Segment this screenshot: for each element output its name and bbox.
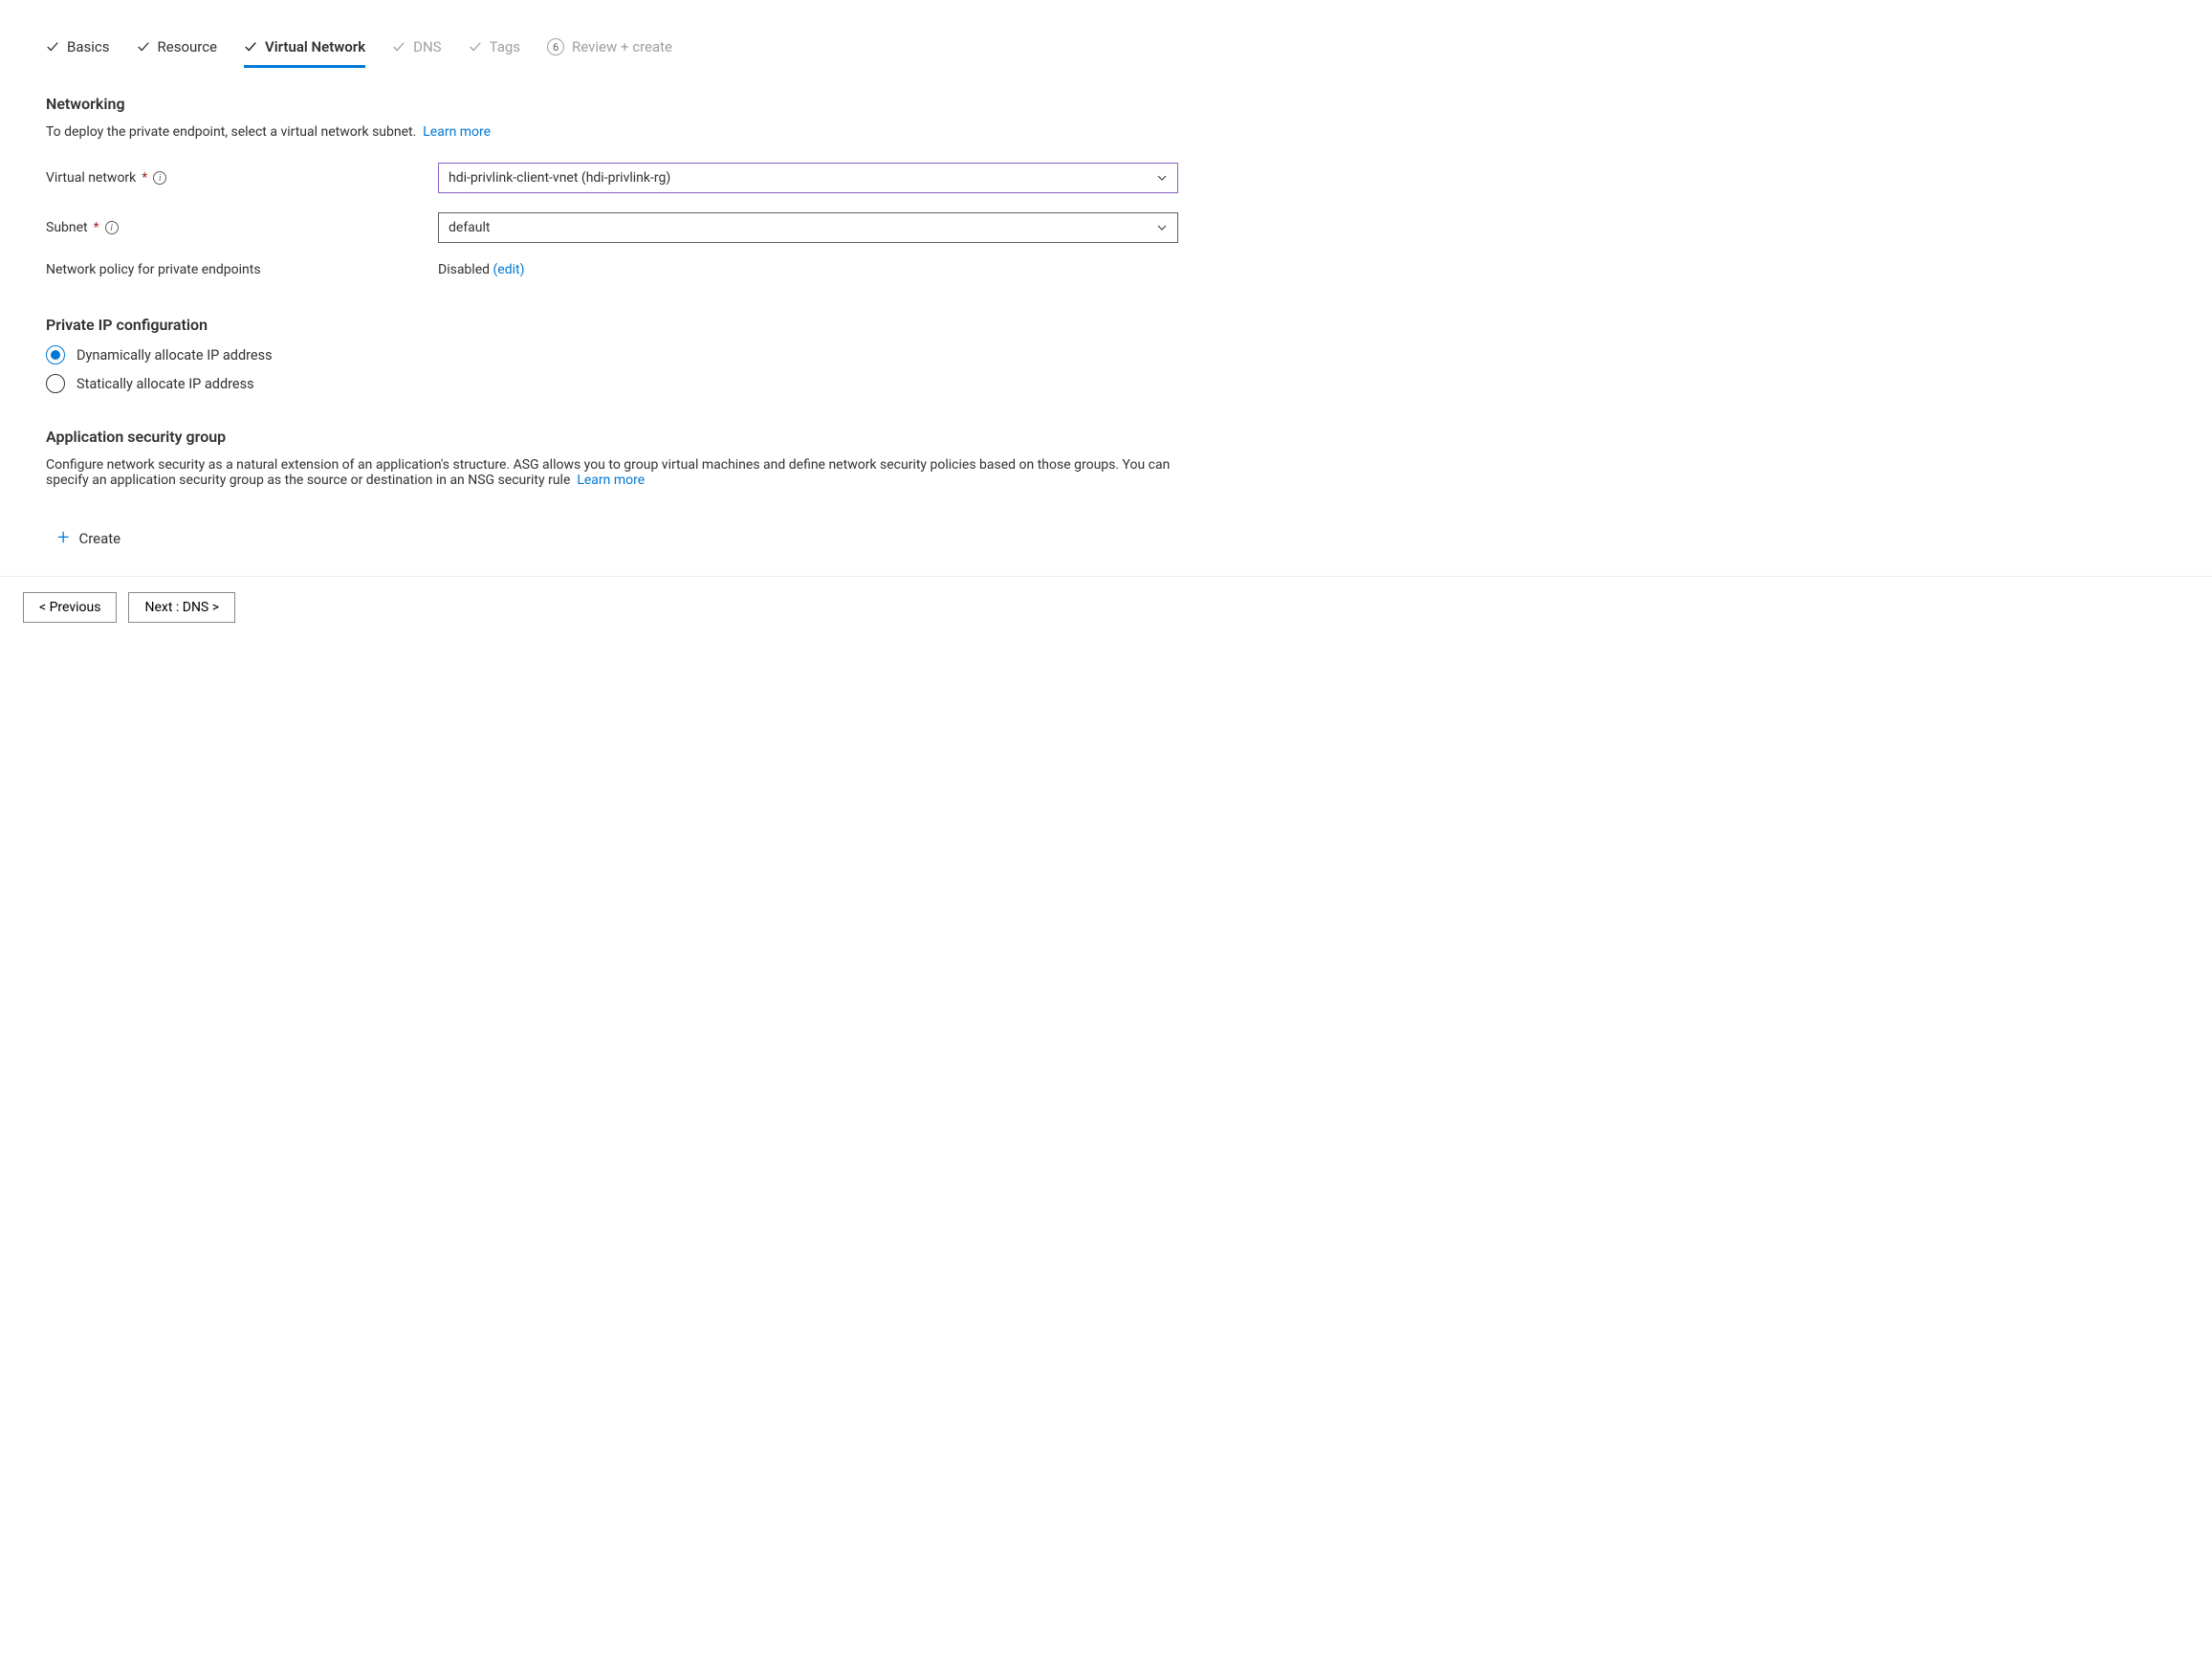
subnet-row: Subnet * i default — [46, 212, 1178, 243]
wizard-tabs: Basics Resource Virtual Network DNS Tags — [46, 38, 1178, 68]
private-ip-heading: Private IP configuration — [46, 316, 1178, 334]
check-icon — [244, 40, 257, 54]
virtual-network-row: Virtual network * i hdi-privlink-client-… — [46, 163, 1178, 193]
tab-label: Review + create — [572, 38, 672, 55]
chevron-down-icon — [1156, 222, 1168, 233]
label-text: Virtual network — [46, 170, 136, 186]
asg-heading: Application security group — [46, 428, 1178, 446]
create-label: Create — [78, 530, 120, 547]
network-policy-edit-link[interactable]: (edit) — [493, 262, 525, 277]
chevron-down-icon — [1156, 172, 1168, 184]
networking-heading: Networking — [46, 95, 1178, 113]
tab-basics[interactable]: Basics — [46, 38, 110, 68]
step-number-icon: 6 — [547, 38, 564, 55]
radio-icon — [46, 345, 65, 364]
tab-label: Virtual Network — [265, 38, 365, 55]
check-icon — [137, 40, 150, 54]
next-button[interactable]: Next : DNS > — [128, 592, 235, 623]
create-asg-button[interactable]: + Create — [57, 528, 120, 549]
asg-description: Configure network security as a natural … — [46, 457, 1178, 488]
required-indicator: * — [142, 170, 147, 186]
radio-static-ip[interactable]: Statically allocate IP address — [46, 374, 1178, 393]
check-icon — [392, 40, 405, 54]
tab-resource[interactable]: Resource — [137, 38, 218, 68]
tab-review-create[interactable]: 6 Review + create — [547, 38, 672, 68]
check-icon — [46, 40, 59, 54]
required-indicator: * — [94, 220, 99, 235]
tab-label: Tags — [490, 38, 520, 55]
plus-icon: + — [57, 528, 69, 549]
tab-virtual-network[interactable]: Virtual Network — [244, 38, 365, 68]
wizard-footer: < Previous Next : DNS > — [0, 576, 2212, 638]
info-icon[interactable]: i — [153, 171, 166, 185]
check-icon — [469, 40, 482, 54]
networking-desc-text: To deploy the private endpoint, select a… — [46, 124, 416, 140]
network-policy-label: Network policy for private endpoints — [46, 262, 438, 277]
asg-learn-more-link[interactable]: Learn more — [577, 473, 645, 488]
label-text: Network policy for private endpoints — [46, 262, 261, 277]
virtual-network-select[interactable]: hdi-privlink-client-vnet (hdi-privlink-r… — [438, 163, 1178, 193]
networking-description: To deploy the private endpoint, select a… — [46, 124, 1178, 140]
select-value: hdi-privlink-client-vnet (hdi-privlink-r… — [449, 170, 670, 186]
virtual-network-label: Virtual network * i — [46, 170, 438, 186]
radio-icon — [46, 374, 65, 393]
tab-label: DNS — [413, 38, 441, 55]
radio-dynamic-ip[interactable]: Dynamically allocate IP address — [46, 345, 1178, 364]
radio-label: Statically allocate IP address — [77, 376, 254, 392]
subnet-select[interactable]: default — [438, 212, 1178, 243]
radio-label: Dynamically allocate IP address — [77, 347, 273, 364]
select-value: default — [449, 220, 491, 235]
network-policy-value: Disabled — [438, 262, 490, 277]
networking-learn-more-link[interactable]: Learn more — [423, 124, 491, 140]
private-ip-radio-group: Dynamically allocate IP address Statical… — [46, 345, 1178, 393]
previous-button[interactable]: < Previous — [23, 592, 117, 623]
subnet-label: Subnet * i — [46, 220, 438, 235]
tab-label: Resource — [158, 38, 218, 55]
tab-label: Basics — [67, 38, 110, 55]
label-text: Subnet — [46, 220, 88, 235]
tab-dns[interactable]: DNS — [392, 38, 441, 68]
tab-tags[interactable]: Tags — [469, 38, 520, 68]
network-policy-row: Network policy for private endpoints Dis… — [46, 262, 1178, 277]
info-icon[interactable]: i — [105, 221, 119, 234]
